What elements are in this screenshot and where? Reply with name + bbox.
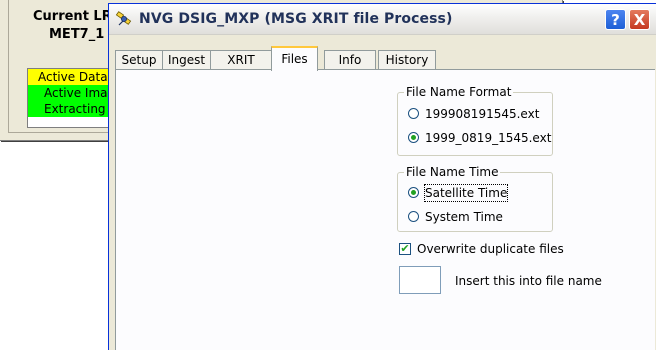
tab-history[interactable]: History [378, 50, 436, 69]
help-button[interactable]: ? [605, 9, 626, 30]
radio-separated-format[interactable] [408, 132, 419, 143]
file-name-time-legend: File Name Time [404, 165, 501, 179]
insert-into-filename-input[interactable] [399, 266, 441, 294]
file-name-format-group: File Name Format 199908191545.ext 1999_0… [397, 85, 553, 156]
time-option-system-label: System Time [425, 210, 503, 224]
close-button[interactable]: X [629, 9, 650, 30]
background-window-subtitle: MET7_1 [49, 27, 105, 42]
radio-system-time[interactable] [408, 211, 419, 222]
file-name-format-legend: File Name Format [404, 85, 514, 99]
dialog-titlebar[interactable]: NVG DSIG_MXP (MSG XRIT file Process) ? X [109, 4, 656, 35]
tab-bar: Setup Ingest XRIT Files Info History [115, 46, 645, 71]
satellite-icon [115, 11, 132, 26]
screen: Current LRI MET7_1 Active Data I Active … [0, 0, 656, 350]
background-window-title: Current LRI [33, 9, 117, 24]
overwrite-duplicates-label: Overwrite duplicate files [417, 242, 564, 256]
file-name-time-group: File Name Time Satellite Time System Tim… [397, 165, 553, 232]
radio-compact-format[interactable] [408, 108, 419, 119]
radio-satellite-time[interactable] [408, 187, 419, 198]
overwrite-duplicates-checkbox[interactable]: ✔ [399, 243, 411, 255]
dialog-title: NVG DSIG_MXP (MSG XRIT file Process) [139, 11, 453, 27]
files-tab-panel [115, 69, 655, 350]
time-option-satellite-label: Satellite Time [423, 184, 509, 202]
tab-xrit[interactable]: XRIT [210, 50, 272, 69]
tab-ingest[interactable]: Ingest [162, 50, 211, 69]
format-option-compact-label: 199908191545.ext [425, 107, 540, 121]
format-option-separated-label: 1999_0819_1545.ext [425, 131, 552, 145]
insert-into-filename-label: Insert this into file name [455, 274, 602, 288]
tab-files[interactable]: Files [271, 46, 318, 71]
properties-dialog: NVG DSIG_MXP (MSG XRIT file Process) ? X… [108, 3, 656, 350]
tab-info[interactable]: Info [324, 50, 376, 69]
tab-setup[interactable]: Setup [115, 50, 163, 69]
